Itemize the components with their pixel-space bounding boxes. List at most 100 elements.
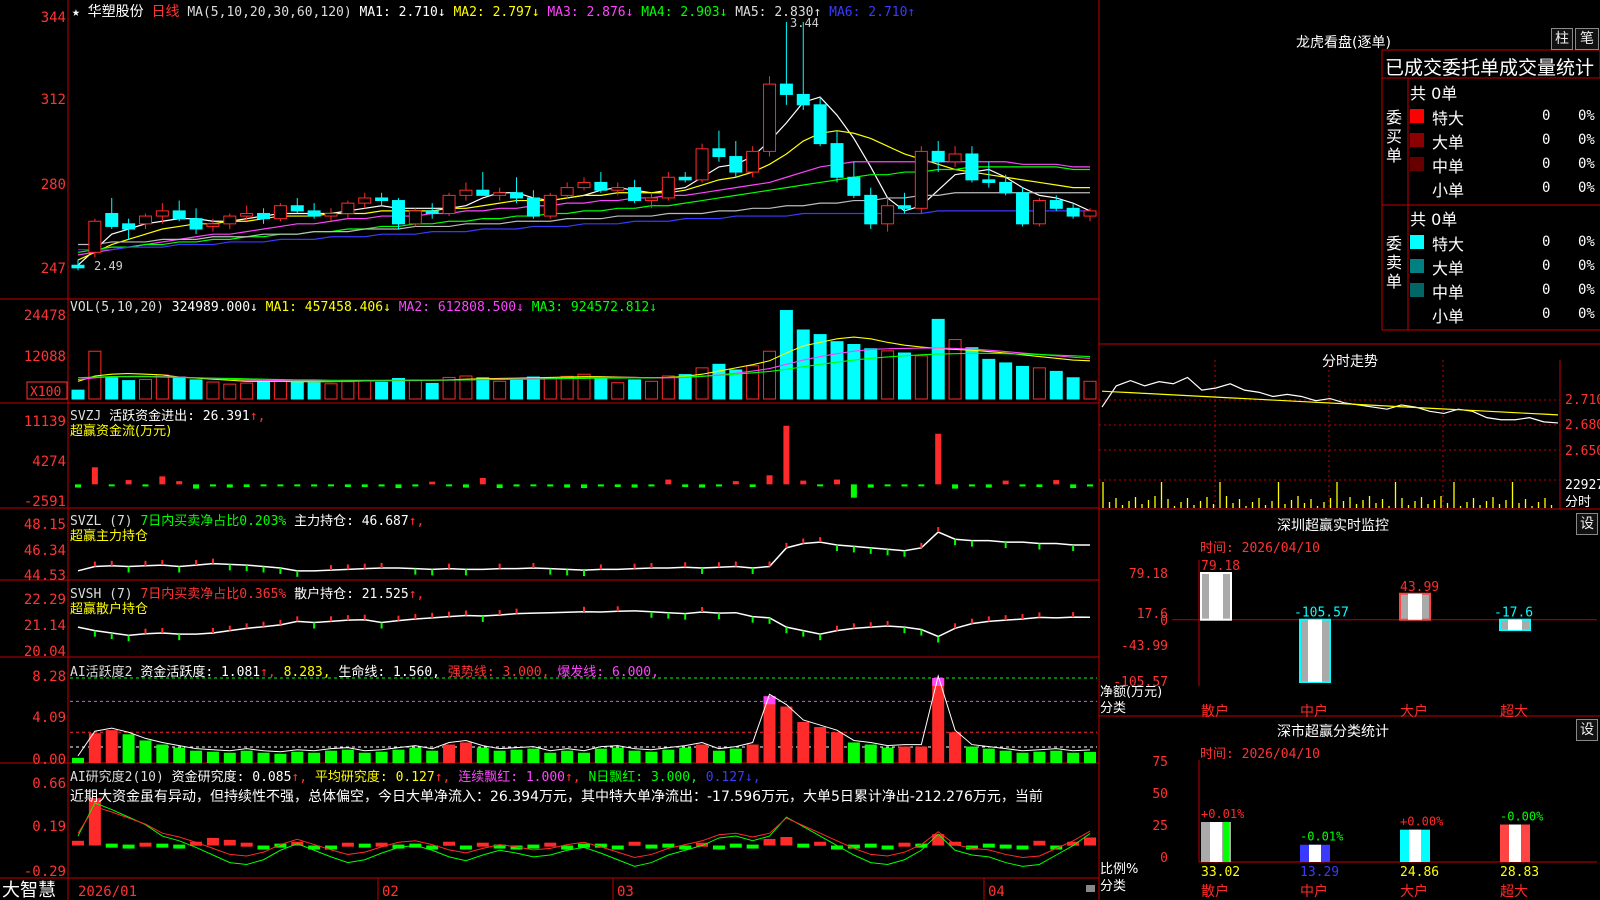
activity-bar (139, 740, 152, 763)
sz-category-settings-button[interactable]: 设 (1576, 719, 1598, 741)
candle-body (442, 194, 456, 214)
activity-bar (206, 751, 219, 763)
fund-flow-bar (446, 484, 453, 487)
ai-research-bars[interactable] (72, 798, 1096, 867)
intra-tick: 2.710 (1565, 393, 1600, 408)
svzj-axis: 11139 4274 -2591 (24, 414, 66, 510)
candle-body (1032, 200, 1046, 225)
volume-bar (71, 389, 85, 400)
research-bar (797, 843, 810, 848)
szc-tick: 50 (1152, 787, 1168, 802)
activity-bar (426, 750, 439, 763)
fund-flow-bar (985, 484, 992, 488)
volume-bar (678, 374, 692, 400)
activity-bar (898, 746, 911, 763)
activity-bar (814, 727, 827, 763)
svsh-tick: 21.14 (24, 618, 66, 634)
svzj-bars[interactable] (75, 425, 1093, 498)
category-value: 28.83 (1500, 865, 1539, 880)
intraday-axis: 2.710 2.680 2.650 22927 分时 (1565, 393, 1600, 510)
candle-body (223, 215, 237, 225)
ai2-avg-value: 0.127 (395, 770, 435, 785)
fund-flow-bar (766, 475, 773, 485)
fund-flow-bar (412, 484, 419, 487)
sz-monitor-settings-button[interactable]: 设 (1576, 513, 1598, 535)
ma2-value: MA2: 2.797↓ (453, 5, 540, 20)
candle-body (324, 212, 338, 217)
color-swatch (1410, 307, 1424, 321)
svzl-line (77, 527, 1090, 577)
row-pct: 0% (1578, 258, 1595, 274)
research-bar (999, 844, 1012, 849)
category-bar-label: -0.00% (1500, 810, 1544, 824)
activity-bar (375, 751, 388, 763)
color-swatch (1410, 235, 1424, 249)
ai1-tick: 4.09 (32, 710, 66, 726)
fund-flow-bar (530, 484, 537, 487)
bi-button[interactable]: 笔 (1575, 28, 1599, 50)
row-count: 0 (1542, 234, 1551, 250)
fund-flow-bar (665, 479, 672, 485)
fund-flow-bar (193, 484, 200, 489)
activity-bar (308, 752, 321, 763)
zhu-button[interactable]: 柱 (1551, 28, 1573, 50)
candle-body (796, 93, 810, 106)
svsh-subtitle: 超赢散户持仓 (70, 602, 149, 617)
candle-body (729, 156, 743, 173)
svsh-tick: 22.29 (24, 592, 66, 608)
candle-body (881, 205, 895, 225)
category-label: 散户 (1201, 883, 1229, 900)
period-label[interactable]: 日线 (151, 4, 179, 20)
ai2-tick: -0.29 (24, 864, 66, 880)
row-count: 0 (1542, 258, 1551, 274)
lock-icon (1086, 885, 1095, 892)
activity-bar (392, 749, 405, 763)
sz-category-title: 深市超赢分类统计 (1277, 724, 1389, 740)
activity-bar (915, 746, 928, 763)
ma4-value: MA4: 2.903↓ (641, 5, 728, 20)
ai2-red-value: 1.000 (525, 770, 565, 785)
retail-holding-line (77, 610, 1091, 638)
szm-tick: 0 (1160, 614, 1168, 629)
buy-row: 中单 0 0% (1410, 153, 1600, 176)
row-name: 大单 (1432, 133, 1465, 152)
ma3-value: MA3: 2.876↓ (547, 5, 634, 20)
fund-flow-bar (648, 484, 655, 487)
fund-flow-bar (564, 484, 571, 488)
ai2-last-value: 0.127 (705, 770, 745, 785)
star-icon[interactable]: ★ (72, 5, 80, 20)
activity-bar (257, 752, 270, 763)
svzl-arrow: ↑, (408, 514, 425, 529)
ai2-title: AI研究度2(10) (70, 770, 164, 785)
volume-bars[interactable] (71, 310, 1097, 400)
candle-body (1016, 192, 1030, 225)
ai1-strong-value: 3.000, (502, 665, 550, 680)
color-swatch (1410, 259, 1424, 273)
candle-body (206, 223, 220, 227)
row-pct: 0% (1578, 156, 1595, 172)
research-bar (864, 843, 877, 848)
fund-flow-bar (581, 484, 587, 489)
activity-bar (1033, 751, 1046, 763)
vol-ma2: MA2: 612808.500↓ (398, 300, 524, 315)
volume-bar (493, 380, 507, 400)
fund-flow-bar (1087, 484, 1093, 487)
sell-row: 特大 0 0% (1410, 231, 1600, 254)
activity-bar (949, 732, 962, 763)
volume-bar (1049, 370, 1063, 400)
price-candles[interactable] (71, 22, 1097, 271)
fund-flow-bar (294, 484, 301, 487)
ai1-value: 1.081 (220, 665, 261, 680)
activity-bar (291, 751, 304, 763)
candle-body (931, 150, 945, 163)
sell-label: 委卖单 (1386, 234, 1403, 291)
ai2-nred-label: N日飘红: (588, 770, 644, 785)
activity-bar (1050, 750, 1063, 763)
ai-activity-bars[interactable] (70, 674, 1097, 763)
buy-total: 共 0单 (1410, 84, 1458, 103)
ai1-life-label: 生命线: (338, 665, 386, 680)
activity-bar (190, 750, 203, 763)
fund-flow-bar (597, 484, 604, 487)
activity-bar (881, 747, 894, 763)
candle-body (105, 212, 119, 227)
